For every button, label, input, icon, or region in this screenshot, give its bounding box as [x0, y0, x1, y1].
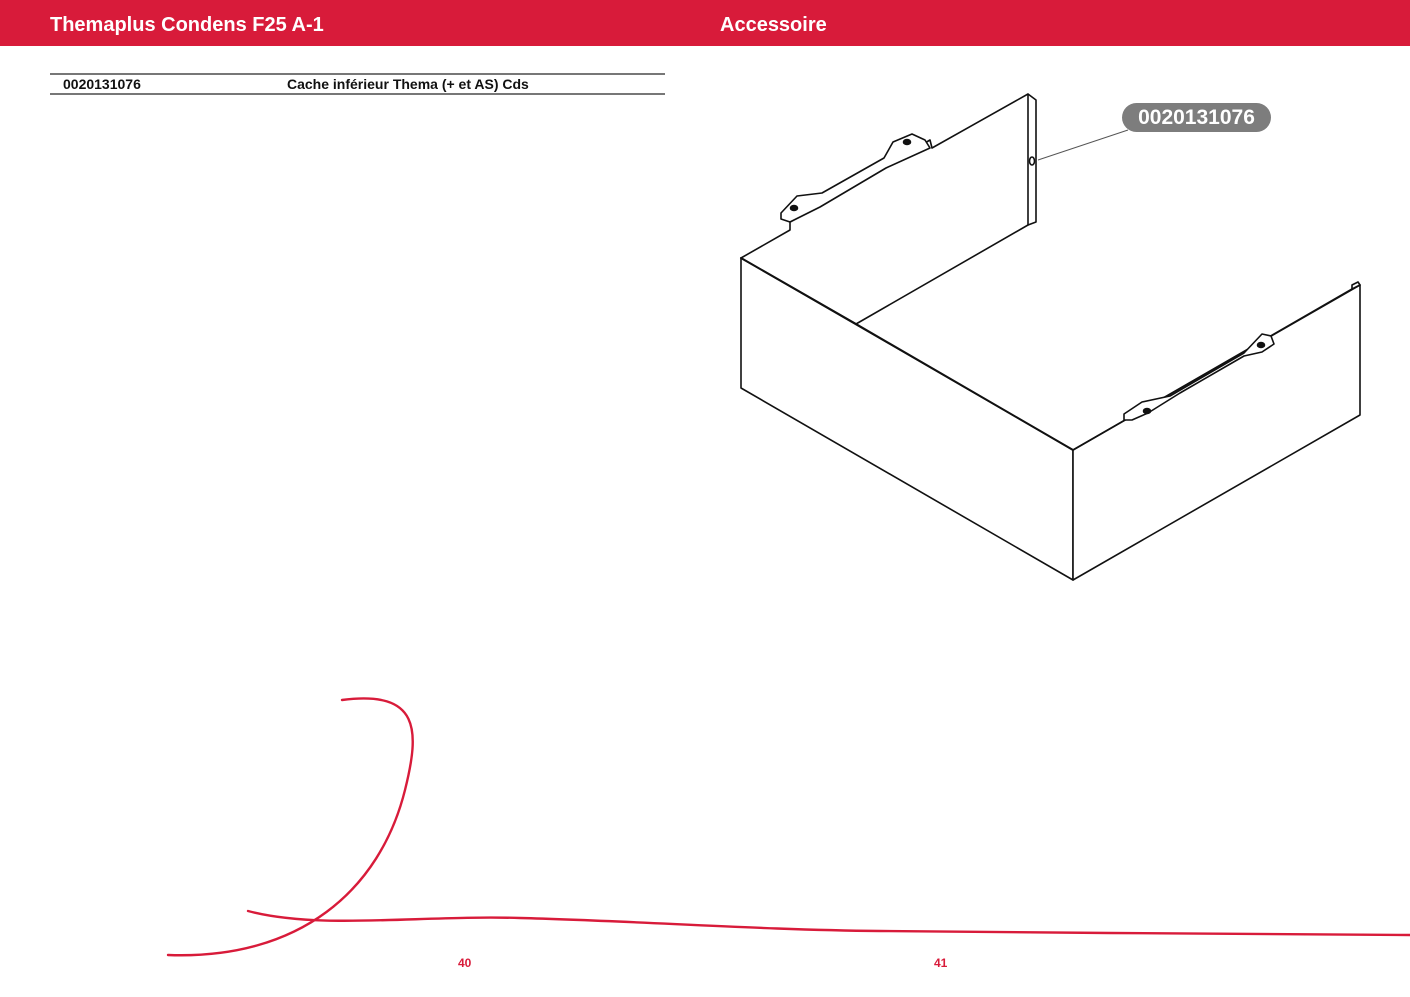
page-number-right: 41 — [934, 956, 948, 970]
cover-side-face — [1072, 284, 1361, 581]
decorative-swoosh — [166, 697, 1410, 957]
lower-cover-drawing — [740, 93, 1361, 581]
page-number-left: 40 — [458, 956, 472, 970]
cover-front-face — [740, 257, 1074, 581]
callout-leader-line — [1037, 129, 1129, 161]
exploded-view-drawing — [166, 93, 1410, 957]
part-callout-badge: 0020131076 — [1122, 103, 1271, 132]
